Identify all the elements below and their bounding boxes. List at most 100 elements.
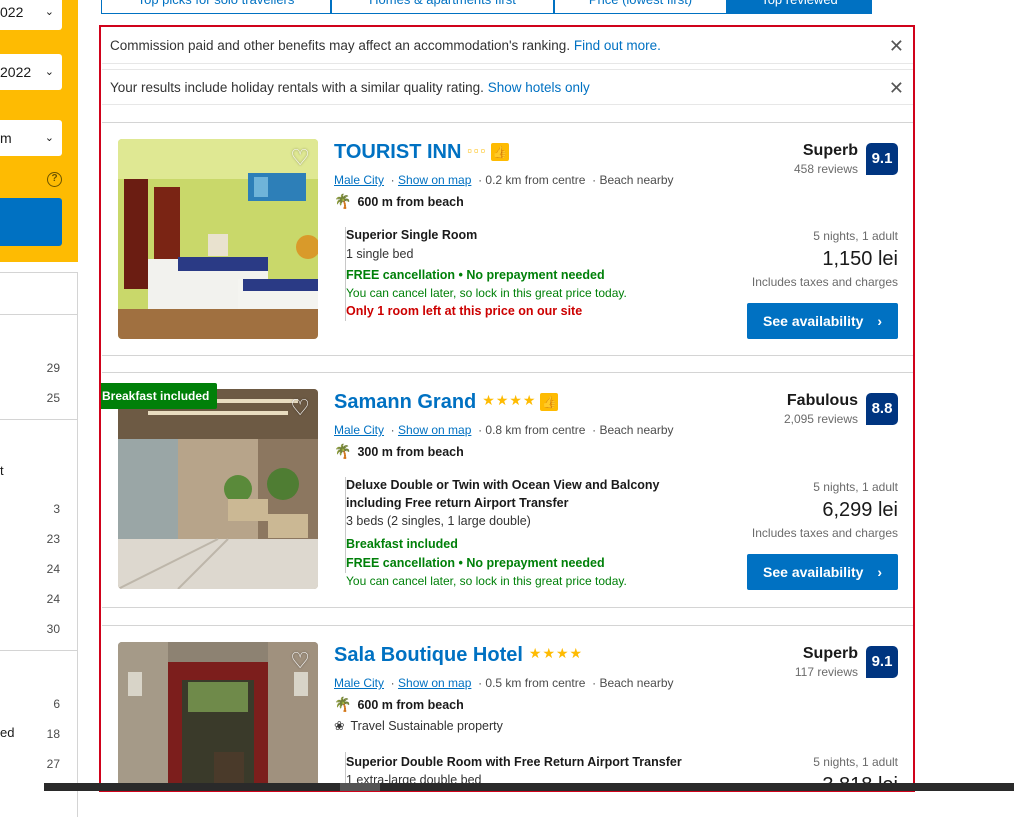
beach-distance-text: 600 m from beach (357, 698, 464, 712)
filter-count: 27 (46, 757, 60, 771)
thumbs-up-icon: 👍 (491, 143, 510, 161)
room-type-line-2: including Free return Airport Transfer (346, 496, 569, 510)
find-out-more-link[interactable]: Find out more. (574, 38, 661, 53)
property-card: ♡ TOURIST INN ▫▫▫ 👍 Male City · Show on ma… (102, 122, 913, 356)
beach-nearby-text: Beach nearby (599, 676, 674, 690)
review-count[interactable]: 458 reviews (794, 162, 858, 176)
notice-text: Commission paid and other benefits may a… (110, 38, 571, 53)
sort-tabs: Top picks for solo travellers Homes & ap… (101, 0, 914, 14)
checkin-date-field[interactable]: 022 ⌄ (0, 0, 62, 30)
review-word[interactable]: Superb (803, 645, 858, 663)
rentals-notice: Your results include holiday rentals wit… (102, 69, 913, 106)
city-link[interactable]: Male City (334, 423, 384, 437)
bed-info: 1 single bed (346, 247, 414, 261)
scrollbar-thumb[interactable] (340, 783, 380, 791)
tab-top-picks[interactable]: Top picks for solo travellers (101, 0, 331, 14)
property-name[interactable]: TOURIST INN ▫▫▫ 👍 (334, 141, 510, 164)
scarcity-message: Only 1 room left at this price on our si… (346, 304, 583, 318)
tab-top-reviewed[interactable]: Top reviewed (727, 0, 872, 14)
palm-tree-icon: 🌴 (334, 443, 352, 459)
property-name-text: TOURIST INN (334, 141, 462, 163)
property-card: ♡ Breakfast included Samann Grand ★★★★ 👍 M… (101, 372, 913, 608)
divider (0, 650, 78, 651)
price: 6,299 lei (822, 499, 898, 521)
see-availability-button[interactable]: See availability › (747, 554, 898, 590)
taxes-note: Includes taxes and charges (751, 526, 898, 540)
see-availability-button[interactable]: See availability › (747, 303, 898, 339)
property-photo[interactable]: ♡ (118, 139, 318, 339)
beach-distance-text: 300 m from beach (357, 445, 464, 459)
show-hotels-only-link[interactable]: Show hotels only (488, 80, 590, 95)
guests-select-value: m (0, 130, 12, 146)
beach-distance: 🌴 600 m from beach (334, 193, 464, 210)
show-on-map-link[interactable]: Show on map (398, 173, 471, 187)
review-count[interactable]: 117 reviews (795, 665, 858, 679)
show-on-map-link[interactable]: Show on map (398, 423, 471, 437)
search-button[interactable] (0, 198, 62, 246)
show-on-map-link[interactable]: Show on map (398, 676, 471, 690)
distance-text: 0.5 km from centre (485, 676, 586, 690)
review-score[interactable]: 8.8 (866, 393, 898, 425)
room-type: Deluxe Double or Twin with Ocean View an… (346, 478, 660, 492)
guests-select[interactable]: m ⌄ (0, 120, 62, 156)
heart-icon[interactable]: ♡ (290, 395, 310, 421)
property-photo[interactable]: ♡ (118, 642, 318, 790)
stay-details: 5 nights, 1 adult (813, 229, 898, 243)
price: 1,150 lei (822, 248, 898, 270)
chevron-down-icon: ⌄ (44, 66, 54, 78)
thumbs-up-icon: 👍 (540, 393, 559, 411)
city-link[interactable]: Male City (334, 676, 384, 690)
tab-price-lowest[interactable]: Price (lowest first) (554, 0, 727, 14)
tab-homes-first[interactable]: Homes & apartments first (331, 0, 554, 14)
property-name-text: Samann Grand (334, 391, 477, 413)
review-word[interactable]: Superb (803, 142, 858, 160)
filter-count: 23 (46, 532, 60, 546)
location-line: Male City · Show on map · 0.5 km from ce… (334, 676, 674, 690)
stay-details: 5 nights, 1 adult (813, 480, 898, 494)
leaf-icon: ❀ (334, 719, 345, 733)
heart-icon[interactable]: ♡ (290, 145, 310, 171)
chevron-down-icon: ⌄ (44, 6, 54, 18)
star-rating: ▫▫▫ (467, 143, 488, 158)
beach-nearby-text: Beach nearby (599, 173, 674, 187)
hotel-room-image (118, 139, 318, 339)
heart-icon[interactable]: ♡ (290, 648, 310, 674)
review-score[interactable]: 9.1 (866, 143, 898, 175)
free-cancellation: FREE cancellation • No prepayment needed (346, 268, 605, 282)
filter-count: 3 (53, 502, 60, 516)
checkin-date-value: 022 (0, 4, 24, 20)
review-score[interactable]: 9.1 (866, 646, 898, 678)
commission-notice: Commission paid and other benefits may a… (102, 28, 913, 64)
filters-panel: 29 25 t 3 23 24 24 30 6 ed 18 27 (0, 272, 78, 817)
help-icon[interactable]: ? (47, 172, 62, 187)
distance-text: 0.8 km from centre (485, 423, 586, 437)
horizontal-scrollbar[interactable] (44, 783, 1014, 791)
beach-distance-text: 600 m from beach (357, 195, 464, 209)
star-rating: ★★★★ (528, 645, 584, 661)
free-cancellation: FREE cancellation • No prepayment needed (346, 556, 605, 570)
location-line: Male City · Show on map · 0.8 km from ce… (334, 423, 674, 437)
room-type: Superior Double Room with Free Return Ai… (346, 755, 682, 769)
checkout-date-field[interactable]: 2022 ⌄ (0, 54, 62, 90)
property-card: ♡ Sala Boutique Hotel ★★★★ Male City · Sh… (102, 625, 913, 790)
palm-tree-icon: 🌴 (334, 193, 352, 209)
review-count[interactable]: 2,095 reviews (784, 412, 858, 426)
property-photo[interactable]: ♡ (118, 389, 318, 589)
property-name-text: Sala Boutique Hotel (334, 644, 523, 666)
cancel-note: You can cancel later, so lock in this gr… (346, 286, 627, 300)
city-link[interactable]: Male City (334, 173, 384, 187)
hotel-lobby-image (118, 389, 318, 589)
sustainable-property: ❀ Travel Sustainable property (334, 718, 503, 733)
sustainable-text: Travel Sustainable property (350, 719, 503, 733)
close-icon[interactable]: ✕ (889, 70, 904, 106)
property-name[interactable]: Samann Grand ★★★★ 👍 (334, 391, 559, 414)
review-word[interactable]: Fabulous (787, 392, 858, 410)
room-type: Superior Single Room (346, 228, 478, 242)
chevron-right-icon: › (877, 564, 882, 580)
breakfast-badge: Breakfast included (101, 383, 218, 409)
property-name[interactable]: Sala Boutique Hotel ★★★★ (334, 644, 583, 667)
close-icon[interactable]: ✕ (889, 28, 904, 64)
stay-details: 5 nights, 1 adult (813, 755, 898, 769)
beach-distance: 🌴 600 m from beach (334, 696, 464, 713)
search-panel: 022 ⌄ 2022 ⌄ m ⌄ ? (0, 0, 78, 262)
